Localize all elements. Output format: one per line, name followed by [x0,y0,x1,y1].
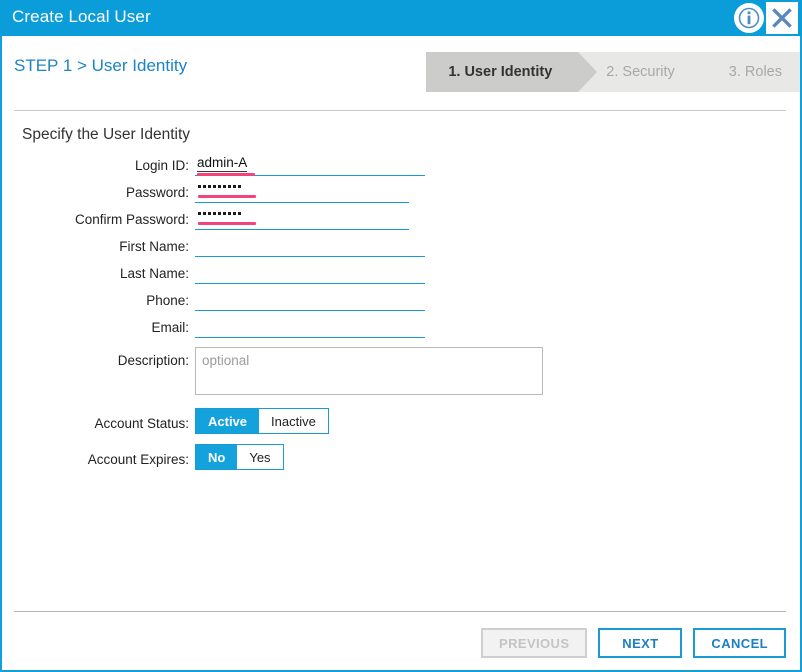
confirm-password-error-underline [198,222,256,225]
field-row-phone: Phone: [2,289,800,316]
titlebar-actions [734,2,798,34]
step-tab-user-identity[interactable]: 1. User Identity [426,52,598,92]
field-row-email: Email: [2,316,800,343]
account-status-label: Account Status: [94,416,189,431]
account-status-toggle: Active Inactive [195,408,329,434]
step-header: STEP 1 > User Identity 1. User Identity … [2,36,800,100]
login-id-error-underline [197,173,255,176]
field-row-account-expires: Account Expires: No Yes [2,443,800,479]
account-expires-toggle: No Yes [195,444,284,470]
field-row-first-name: First Name: [2,235,800,262]
section-title: Specify the User Identity [22,126,190,143]
phone-input[interactable] [195,289,425,311]
dialog-footer: PREVIOUS NEXT CANCEL [481,628,786,658]
footer-divider [14,611,786,612]
close-button[interactable] [766,2,798,34]
phone-label: Phone: [146,293,189,308]
last-name-input[interactable] [195,262,425,284]
dialog-title: Create Local User [12,7,151,26]
account-expires-option-no[interactable]: No [196,445,238,469]
description-label: Description: [117,353,189,368]
account-status-option-inactive[interactable]: Inactive [259,409,328,433]
account-expires-label: Account Expires: [87,452,189,467]
confirm-password-masked-value [198,212,241,215]
step-tab-user-identity-label: 1. User Identity [448,64,553,80]
password-masked-value [198,185,241,188]
field-row-login-id: Login ID: admin-A [2,154,800,181]
field-row-last-name: Last Name: [2,262,800,289]
dialog-body: STEP 1 > User Identity 1. User Identity … [0,36,802,672]
next-button[interactable]: NEXT [598,628,683,658]
info-button[interactable] [734,3,764,33]
login-id-value: admin-A [197,155,248,172]
first-name-label: First Name: [119,239,189,254]
last-name-label: Last Name: [119,266,189,281]
field-row-confirm-password: Confirm Password: [2,208,800,235]
description-textarea[interactable] [195,347,543,395]
header-divider [14,110,786,111]
info-icon [738,7,760,29]
password-label: Password: [125,185,189,200]
confirm-password-label: Confirm Password: [74,212,189,227]
step-tab-roles-label: 3. Roles [728,64,782,80]
create-local-user-dialog: Create Local User STEP 1 > User Identity [0,0,802,672]
user-identity-form: Login ID: admin-A Password: Confirm Pass… [2,154,800,479]
step-breadcrumb: STEP 1 > User Identity [14,56,188,75]
field-row-description: Description: [2,343,800,407]
step-tab-security-label: 2. Security [606,64,675,80]
step-indicator: 1. User Identity 2. Security 3. Roles [426,52,800,92]
close-icon [772,8,792,28]
first-name-input[interactable] [195,235,425,257]
email-input[interactable] [195,316,425,338]
field-row-password: Password: [2,181,800,208]
cancel-button[interactable]: CANCEL [693,628,786,658]
email-label: Email: [151,320,189,335]
password-error-underline [198,195,256,198]
login-id-label: Login ID: [134,158,189,173]
account-status-option-active[interactable]: Active [196,409,260,433]
account-expires-option-yes[interactable]: Yes [237,445,283,469]
previous-button[interactable]: PREVIOUS [481,628,588,658]
field-row-account-status: Account Status: Active Inactive [2,407,800,443]
dialog-titlebar: Create Local User [0,0,802,36]
